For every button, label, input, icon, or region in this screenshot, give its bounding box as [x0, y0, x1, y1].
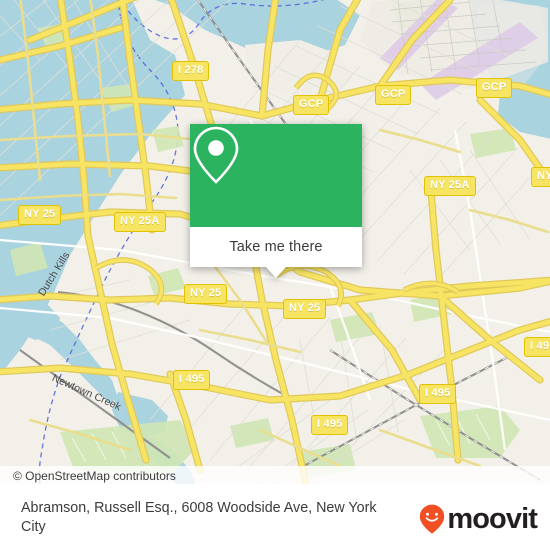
road-shield: NY 25 [18, 205, 62, 225]
footer-bar: Abramson, Russell Esq., 6008 Woodside Av… [0, 486, 550, 550]
map-attribution-bar: © OpenStreetMap contributors [0, 466, 550, 486]
take-me-there-button[interactable]: Take me there [190, 227, 362, 278]
location-popup[interactable]: Take me there [190, 124, 362, 278]
screenshot-root: I 278 GCP GCP GCP NY 25A NY NY 25 NY 25A… [0, 0, 550, 550]
road-shield: GCP [476, 78, 513, 98]
moovit-smiley-pin-icon [420, 504, 445, 534]
location-title: Abramson, Russell Esq., 6008 Woodside Av… [21, 500, 377, 535]
moovit-logo[interactable]: moovit [419, 502, 538, 535]
road-shield: NY 25A [424, 176, 476, 196]
osm-attribution-text[interactable]: © OpenStreetMap contributors [0, 469, 176, 483]
popup-image-area [190, 124, 362, 227]
road-shield: I 495 [311, 415, 349, 435]
map-canvas[interactable]: I 278 GCP GCP GCP NY 25A NY NY 25 NY 25A… [0, 0, 550, 484]
take-me-there-label: Take me there [229, 239, 323, 255]
road-shield: I 49 [524, 337, 550, 357]
moovit-wordmark: moovit [447, 502, 538, 535]
road-shield: I 278 [172, 61, 210, 81]
road-shield: NY 25A [114, 212, 166, 232]
road-shield: NY 25 [184, 284, 228, 304]
road-shield: GCP [293, 95, 330, 115]
road-shield: GCP [375, 85, 412, 105]
road-shield: NY [531, 167, 550, 187]
road-shield: I 495 [173, 370, 211, 390]
road-shield: I 495 [419, 384, 457, 404]
map-pin-icon [193, 126, 239, 184]
road-shield: NY 25 [283, 299, 327, 319]
popup-tail [266, 267, 286, 278]
